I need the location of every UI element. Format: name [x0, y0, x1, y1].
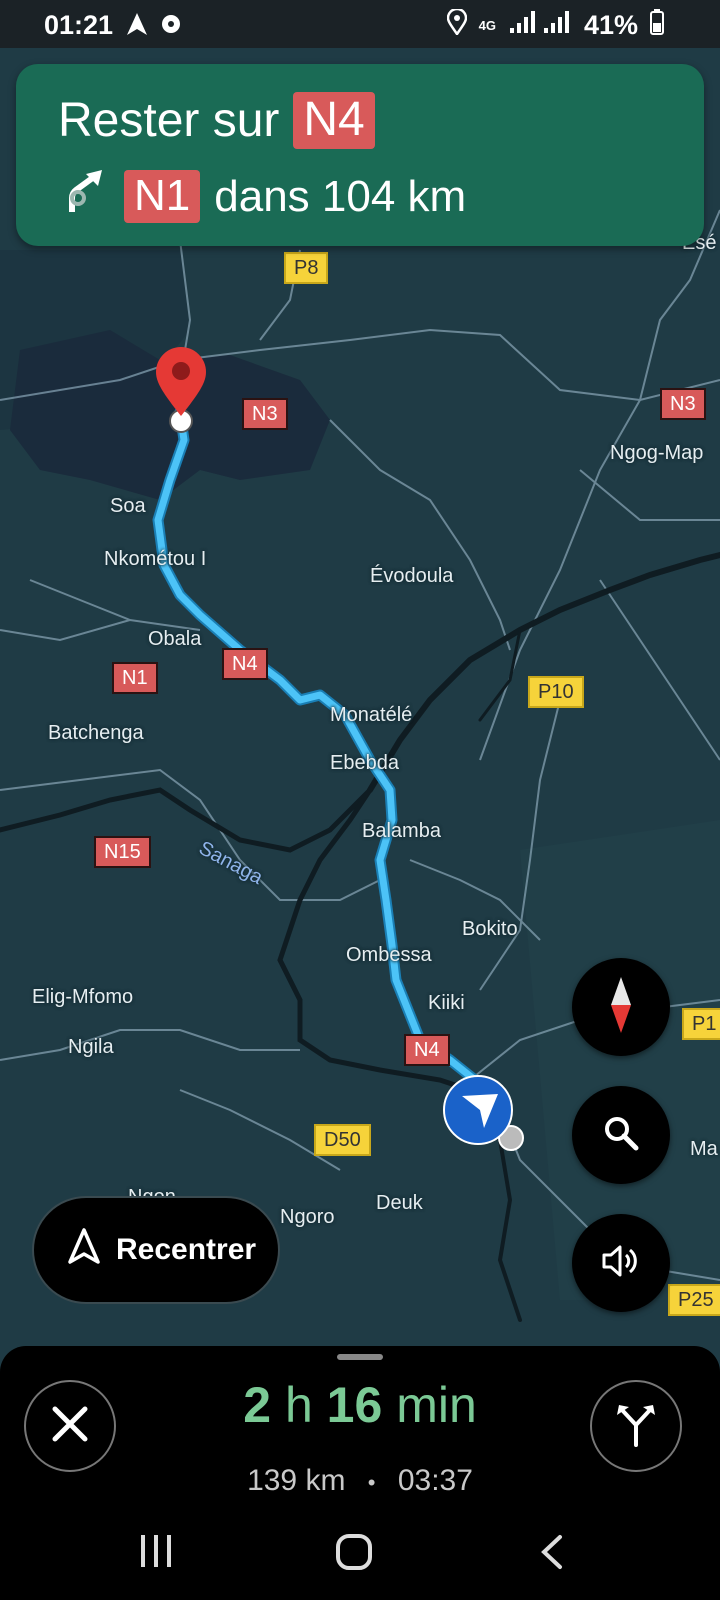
maps-notification-icon — [160, 12, 184, 41]
search-button[interactable] — [572, 1086, 670, 1184]
duration-minutes: 16 — [326, 1377, 383, 1433]
sheet-drag-handle[interactable] — [337, 1354, 383, 1360]
navigation-instruction-banner[interactable]: Rester sur N4 N1 dans 104 km — [16, 64, 704, 246]
place-label: Balamba — [362, 820, 441, 842]
place-label: Évodoula — [370, 565, 454, 587]
road-shield: P1 — [682, 1008, 720, 1040]
volume-icon — [601, 1243, 641, 1284]
place-label: Bokito — [462, 918, 518, 940]
status-bar: 01:21 4G 41% — [0, 0, 720, 48]
road-badge: N4 — [293, 92, 375, 149]
road-shield: N4 — [404, 1034, 450, 1066]
battery-icon — [650, 9, 664, 42]
place-label: Elig-Mfomo — [32, 986, 134, 1008]
network-type: 4G — [478, 18, 496, 33]
place-label: Kiiki — [428, 992, 465, 1014]
road-shield: N1 — [112, 662, 158, 694]
recent-apps-button[interactable] — [138, 1534, 174, 1573]
trip-details: 139 km • 03:37 — [0, 1464, 720, 1498]
system-navigation-bar — [0, 1504, 720, 1600]
back-button[interactable] — [540, 1534, 564, 1575]
road-shield: N4 — [222, 648, 268, 680]
road-shield: P10 — [528, 676, 584, 708]
location-icon — [446, 7, 467, 42]
road-badge: N1 — [124, 170, 201, 223]
signal-icon — [508, 10, 572, 41]
navigation-arrow-icon — [126, 12, 148, 41]
place-label: Batchenga — [48, 722, 144, 744]
place-label: Deuk — [376, 1192, 423, 1214]
road-shield: N15 — [94, 836, 151, 868]
slight-right-turn-icon — [64, 168, 110, 225]
home-button[interactable] — [336, 1534, 372, 1575]
place-label: Monatélé — [330, 704, 413, 726]
place-label: Ombessa — [346, 944, 432, 966]
place-label: Soa — [110, 495, 146, 517]
navigation-arrow-icon — [68, 1228, 100, 1272]
place-label: Ngila — [68, 1036, 114, 1058]
duration-hours: 2 — [243, 1377, 272, 1433]
battery-level: 41% — [583, 10, 638, 40]
trip-distance: 139 km — [247, 1464, 346, 1497]
place-label: Ngoro — [280, 1206, 335, 1228]
arrival-time: 03:37 — [397, 1464, 473, 1497]
road-shield: N3 — [242, 398, 288, 430]
sound-button[interactable] — [572, 1214, 670, 1312]
compass-button[interactable] — [572, 958, 670, 1056]
compass-icon — [606, 975, 636, 1040]
instruction-text: Rester sur — [58, 93, 280, 147]
place-label: Nkométou I — [104, 548, 207, 570]
road-shield: P8 — [284, 252, 329, 284]
status-time: 01:21 — [44, 10, 114, 40]
place-label: Ma — [690, 1138, 718, 1160]
distance-instruction: dans 104 km — [214, 171, 467, 221]
alternate-routes-button[interactable] — [590, 1380, 682, 1472]
road-shield: D50 — [314, 1124, 371, 1156]
recenter-label: Recentrer — [116, 1233, 257, 1266]
place-label: Ngog-Map — [610, 442, 704, 464]
road-shield: P25 — [668, 1284, 720, 1316]
place-label: Obala — [148, 628, 202, 650]
duration-minutes-unit: min — [396, 1377, 477, 1433]
recenter-button[interactable]: Recentrer — [32, 1196, 280, 1304]
search-icon — [603, 1115, 639, 1156]
road-shield: N3 — [660, 388, 706, 420]
duration-hours-unit: h — [284, 1377, 313, 1433]
place-label: Ebebda — [330, 752, 399, 774]
route-fork-icon — [613, 1401, 659, 1452]
separator-dot: • — [367, 1470, 376, 1495]
